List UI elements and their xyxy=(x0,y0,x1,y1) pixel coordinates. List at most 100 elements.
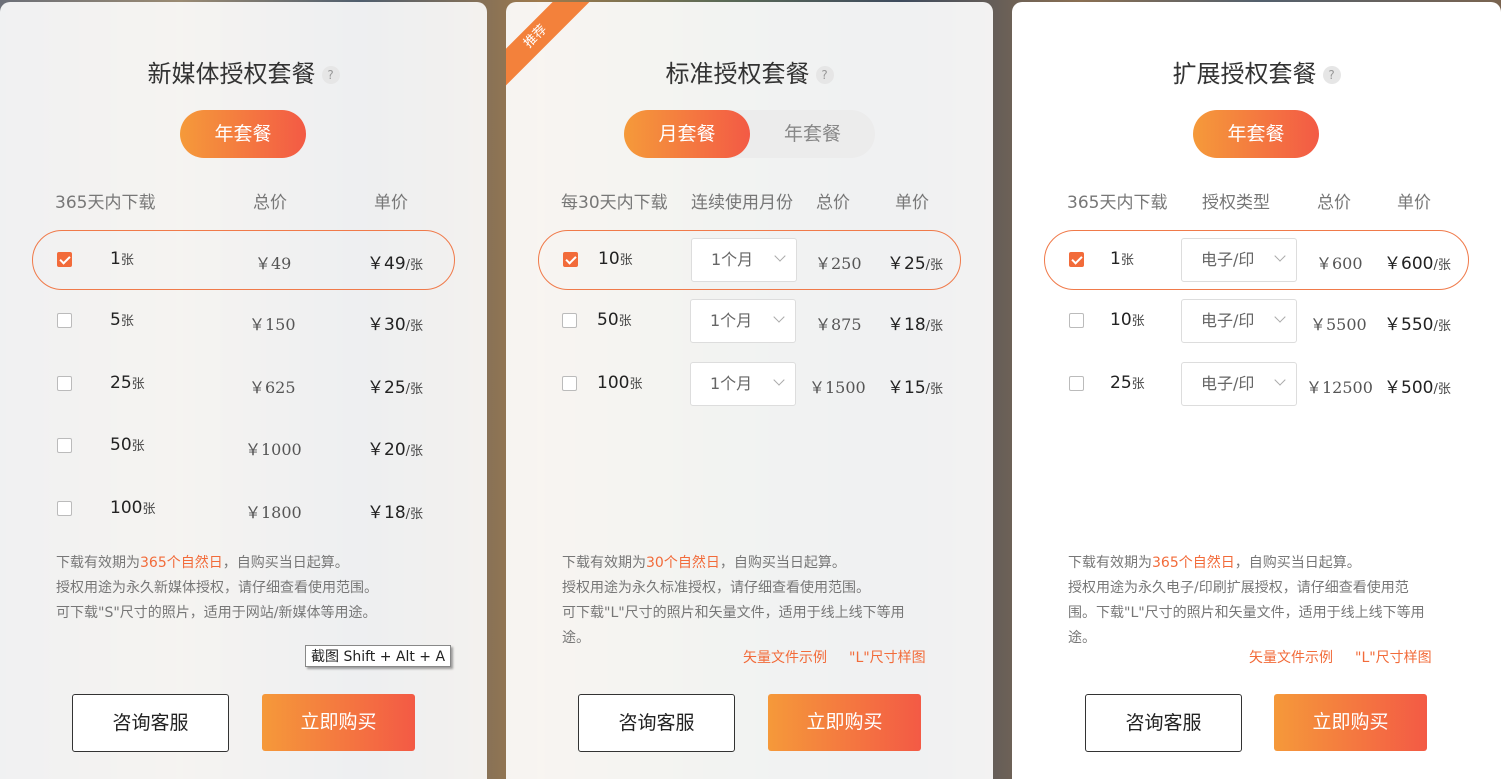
row-quantity: 10张 xyxy=(598,249,633,269)
row-total: ￥250 xyxy=(815,254,862,273)
package-row[interactable]: 100张 ￥1800 ￥18/张 xyxy=(0,479,487,539)
row-quantity: 50张 xyxy=(597,310,632,330)
package-title-text: 扩展授权套餐 xyxy=(1172,60,1317,88)
help-icon[interactable]: ? xyxy=(1322,66,1341,84)
row-total: ￥49 xyxy=(255,254,292,273)
package-title-text: 新媒体授权套餐 xyxy=(147,60,316,88)
l-size-sample-link[interactable]: "L"尺寸样图 xyxy=(849,650,926,666)
row-quantity: 25张 xyxy=(1110,373,1145,393)
header-license-type: 授权类型 xyxy=(1202,193,1270,213)
buy-now-button[interactable]: 立即购买 xyxy=(1274,694,1427,751)
row-checkbox[interactable] xyxy=(1069,313,1084,328)
package-row[interactable]: 50张 ￥1000 ￥20/张 xyxy=(0,416,487,476)
license-type-select[interactable]: 电子/印 xyxy=(1181,362,1297,406)
package-row[interactable]: 1张 ￥49 ￥49/张 xyxy=(0,230,487,290)
license-type-select[interactable]: 电子/印 xyxy=(1181,299,1297,343)
vector-sample-link[interactable]: 矢量文件示例 xyxy=(1249,650,1333,666)
row-checkbox[interactable] xyxy=(563,252,578,267)
chevron-down-icon xyxy=(774,250,786,262)
header-unit-price: 单价 xyxy=(895,193,929,213)
package-row[interactable]: 10张 1个月 ￥250 ￥25/张 xyxy=(506,230,993,290)
row-checkbox[interactable] xyxy=(562,313,577,328)
row-total: ￥625 xyxy=(249,378,296,397)
row-unit-price: ￥18/张 xyxy=(887,315,944,335)
row-checkbox[interactable] xyxy=(1069,376,1084,391)
header-downloads: 365天内下载 xyxy=(1067,193,1168,213)
package-row[interactable]: 100张 1个月 ￥1500 ￥15/张 xyxy=(506,354,993,414)
row-unit-price: ￥30/张 xyxy=(367,315,424,335)
l-size-sample-link[interactable]: "L"尺寸样图 xyxy=(1355,650,1432,666)
chevron-down-icon xyxy=(773,311,785,323)
package-row[interactable]: 1张 电子/印 ￥600 ￥600/张 xyxy=(1012,230,1501,290)
package-title: 扩展授权套餐? xyxy=(1012,54,1501,89)
chevron-down-icon xyxy=(1274,311,1286,323)
row-total: ￥875 xyxy=(815,315,862,334)
row-checkbox[interactable] xyxy=(57,313,72,328)
consult-service-button[interactable]: 咨询客服 xyxy=(578,694,735,752)
header-months: 连续使用月份 xyxy=(691,193,793,213)
package-row[interactable]: 10张 电子/印 ￥5500 ￥550/张 xyxy=(1012,291,1501,351)
annual-plan-pill[interactable]: 年套餐 xyxy=(1193,110,1319,158)
row-unit-price: ￥18/张 xyxy=(367,503,424,523)
package-row[interactable]: 50张 1个月 ￥875 ￥18/张 xyxy=(506,291,993,351)
row-unit-price: ￥500/张 xyxy=(1384,378,1451,398)
package-note: 下载有效期为365个自然日，自购买当日起算。 授权用途为永久电子/印刷扩展授权，… xyxy=(1068,555,1425,646)
row-checkbox[interactable] xyxy=(57,252,72,267)
row-quantity: 1张 xyxy=(1110,249,1134,269)
chevron-down-icon xyxy=(1274,250,1286,262)
vector-sample-link[interactable]: 矢量文件示例 xyxy=(743,650,827,666)
package-card-standard: 推荐 标准授权套餐? 月套餐 年套餐 每30天内下载 连续使用月份 总价 单价 … xyxy=(506,2,993,779)
package-row[interactable]: 25张 ￥625 ￥25/张 xyxy=(0,354,487,414)
row-checkbox[interactable] xyxy=(1069,252,1084,267)
help-icon[interactable]: ? xyxy=(815,66,834,84)
buy-now-button[interactable]: 立即购买 xyxy=(768,694,921,751)
row-total: ￥1800 xyxy=(245,503,302,522)
row-checkbox[interactable] xyxy=(57,438,72,453)
package-note: 下载有效期为365个自然日，自购买当日起算。 授权用途为永久新媒体授权，请仔细查… xyxy=(56,555,378,621)
months-select[interactable]: 1个月 xyxy=(690,299,796,343)
package-row[interactable]: 25张 电子/印 ￥12500 ￥500/张 xyxy=(1012,354,1501,414)
row-total: ￥1000 xyxy=(245,440,302,459)
row-checkbox[interactable] xyxy=(562,376,577,391)
buy-now-button[interactable]: 立即购买 xyxy=(262,694,415,751)
package-note: 下载有效期为30个自然日，自购买当日起算。 授权用途为永久标准授权，请仔细查看使… xyxy=(562,555,905,646)
chevron-down-icon xyxy=(1274,374,1286,386)
consult-service-button[interactable]: 咨询客服 xyxy=(1085,694,1242,752)
row-unit-price: ￥15/张 xyxy=(887,378,944,398)
row-total: ￥1500 xyxy=(809,378,866,397)
annual-plan-tab[interactable]: 年套餐 xyxy=(750,110,875,158)
row-quantity: 100张 xyxy=(110,498,156,518)
sample-links: 矢量文件示例 "L"尺寸样图 xyxy=(721,647,926,667)
annual-plan-pill[interactable]: 年套餐 xyxy=(180,110,306,158)
row-quantity: 100张 xyxy=(597,373,643,393)
row-checkbox[interactable] xyxy=(57,501,72,516)
row-quantity: 10张 xyxy=(1110,310,1145,330)
row-unit-price: ￥49/张 xyxy=(367,254,424,274)
row-unit-price: ￥25/张 xyxy=(367,378,424,398)
plan-period-toggle[interactable]: 月套餐 年套餐 xyxy=(624,110,875,158)
package-card-extended: 扩展授权套餐? 年套餐 365天内下载 授权类型 总价 单价 1张 电子/印 ￥… xyxy=(1012,2,1501,779)
row-quantity: 5张 xyxy=(110,310,134,330)
row-unit-price: ￥550/张 xyxy=(1384,315,1451,335)
license-type-select[interactable]: 电子/印 xyxy=(1181,238,1297,282)
header-downloads: 每30天内下载 xyxy=(561,193,668,213)
row-unit-price: ￥600/张 xyxy=(1384,254,1451,274)
row-quantity: 1张 xyxy=(110,249,134,269)
row-total: ￥600 xyxy=(1316,254,1363,273)
row-checkbox[interactable] xyxy=(57,376,72,391)
monthly-plan-tab[interactable]: 月套餐 xyxy=(624,110,750,158)
header-total: 总价 xyxy=(253,193,287,213)
consult-service-button[interactable]: 咨询客服 xyxy=(72,694,229,752)
package-row[interactable]: 5张 ￥150 ￥30/张 xyxy=(0,291,487,351)
header-total: 总价 xyxy=(816,193,850,213)
package-title-text: 标准授权套餐 xyxy=(665,60,810,88)
package-title: 新媒体授权套餐? xyxy=(0,54,487,89)
help-icon[interactable]: ? xyxy=(321,66,340,84)
header-unit-price: 单价 xyxy=(1397,193,1431,213)
months-select[interactable]: 1个月 xyxy=(690,362,796,406)
row-total: ￥150 xyxy=(249,315,296,334)
package-title: 标准授权套餐? xyxy=(506,54,993,89)
row-total: ￥12500 xyxy=(1306,378,1373,397)
months-select[interactable]: 1个月 xyxy=(691,238,797,282)
row-unit-price: ￥20/张 xyxy=(367,440,424,460)
